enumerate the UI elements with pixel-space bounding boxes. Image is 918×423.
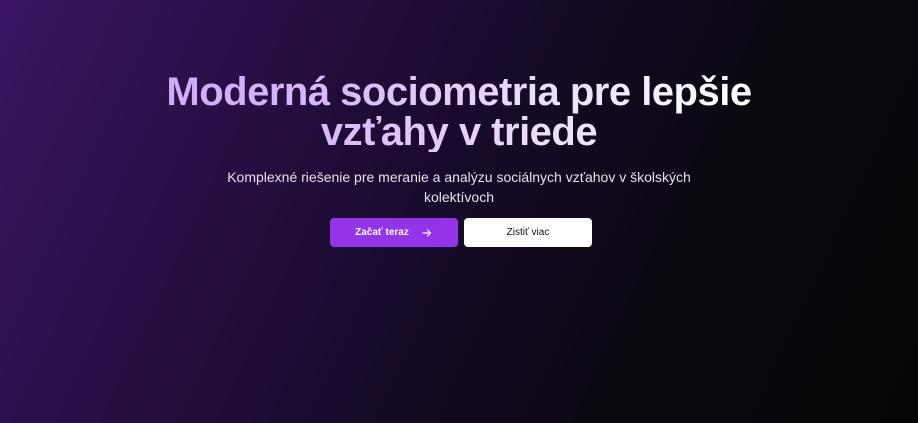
learn-more-button[interactable]: Zistiť viac (464, 218, 592, 247)
hero-actions: Začať teraz Zistiť viac (330, 218, 592, 247)
hero-title: Moderná sociometria pre lepšie vzťahy v … (0, 72, 918, 152)
hero-title-line-1: Moderná sociometria pre lepšie (166, 70, 752, 114)
arrow-right-icon (421, 227, 433, 239)
hero-title-line-2: vzťahy v triede (320, 110, 598, 154)
start-now-label: Začať teraz (355, 227, 409, 238)
hero-subtitle: Komplexné riešenie pre meranie a analýzu… (227, 169, 691, 205)
hero-section: Moderná sociometria pre lepšie vzťahy v … (0, 0, 918, 423)
start-now-button[interactable]: Začať teraz (330, 218, 458, 247)
learn-more-label: Zistiť viac (506, 227, 550, 238)
